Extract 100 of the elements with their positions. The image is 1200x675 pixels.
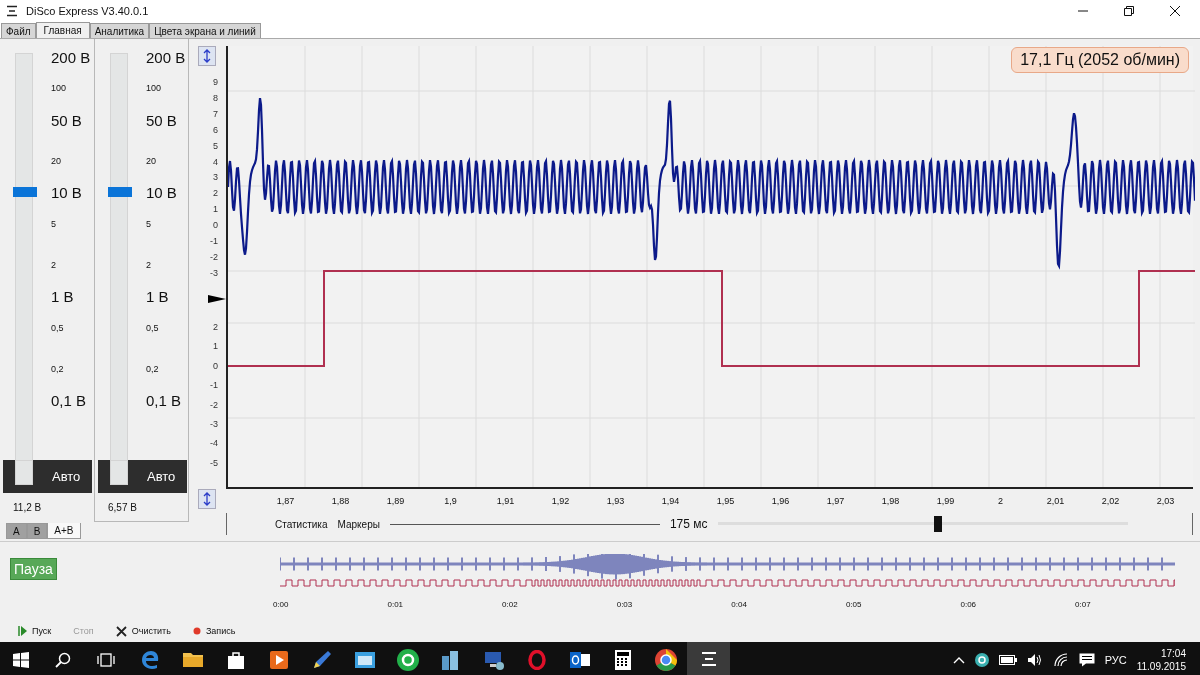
channel-marker-icon[interactable] xyxy=(208,294,226,304)
menu-tab[interactable]: Главная xyxy=(35,22,90,38)
scale-label: 0,2 xyxy=(146,364,159,374)
axis-label: 1,9 xyxy=(443,496,458,506)
axis-label: 1,88 xyxy=(330,496,351,506)
axis-label: 1,97 xyxy=(825,496,846,506)
clock-time[interactable]: 17:04 xyxy=(1160,646,1186,660)
scale-label: 50 В xyxy=(146,112,177,128)
axis-label: 2 xyxy=(213,321,218,333)
overview-waveform-drawing[interactable] xyxy=(279,554,1175,590)
chevron-up-icon[interactable] xyxy=(952,655,965,664)
axis-label: 2 xyxy=(997,496,1004,506)
markers-tab[interactable]: Маркеры xyxy=(337,518,380,530)
scale-label: 20 xyxy=(51,156,61,166)
auto-bar[interactable]: Авто xyxy=(3,460,92,493)
oscilloscope-plot[interactable]: 17,1 Гц (2052 об/мин) xyxy=(226,46,1193,489)
axis-label: -3 xyxy=(210,266,218,279)
axis-label: 7 xyxy=(213,107,218,120)
play-icon xyxy=(18,626,27,636)
scale-label: 1 В xyxy=(51,288,74,304)
scale-label: 0,2 xyxy=(51,364,64,374)
axis-label: 1,94 xyxy=(660,496,681,506)
window-icon xyxy=(354,651,375,668)
scale-label: 0,5 xyxy=(146,323,159,333)
scale-label: 0,1 В xyxy=(146,392,182,408)
voltage-reading: 11,2 В xyxy=(13,502,42,513)
menu-tab[interactable]: Файл xyxy=(1,23,36,38)
axis-label: 8 xyxy=(213,91,218,104)
axis-label: 1,95 xyxy=(715,496,736,506)
scale-label: 2 xyxy=(51,260,56,270)
axis-label: 1 xyxy=(213,340,218,353)
statistics-tab[interactable]: Статистика xyxy=(275,518,328,530)
logo-icon xyxy=(6,5,18,17)
battery-icon[interactable] xyxy=(998,654,1017,665)
axis-label: -5 xyxy=(210,456,218,469)
envelope-icon xyxy=(569,650,590,669)
notification-icon[interactable] xyxy=(1078,652,1095,667)
taskbar-button[interactable] xyxy=(687,642,730,675)
wifi-icon[interactable] xyxy=(1052,652,1069,667)
cross-icon xyxy=(115,625,127,637)
ring-icon xyxy=(527,649,546,670)
circle-icon xyxy=(654,648,677,671)
browser-icon xyxy=(139,649,160,670)
scale-label: 100 xyxy=(51,83,67,93)
task-view-icon[interactable] xyxy=(97,652,115,667)
axis-label: 1,87 xyxy=(275,496,296,506)
scale-label: 0,5 xyxy=(51,323,64,333)
auto-label[interactable]: Авто xyxy=(147,469,176,484)
volume-icon[interactable] xyxy=(1026,652,1043,667)
axis-label: 2,02 xyxy=(1100,496,1121,506)
menu-tab[interactable]: Аналитика xyxy=(89,23,150,38)
vertical-arrows-icon xyxy=(203,492,211,506)
window-title: DiSco Express V3.40.0.1 xyxy=(26,5,149,17)
scale-label: 10 В xyxy=(146,184,177,200)
vertical-arrows-icon xyxy=(203,49,211,63)
axis-label: 1 xyxy=(213,203,218,216)
start-button[interactable]: Пуск xyxy=(14,626,56,636)
time-span-label: 175 мс xyxy=(669,517,708,531)
folder-icon xyxy=(182,651,203,668)
axis-label: 2,03 xyxy=(1155,496,1176,506)
windows-logo-icon[interactable] xyxy=(13,651,29,668)
scale-label: 2 xyxy=(146,260,151,270)
restore-icon[interactable] xyxy=(1124,6,1134,16)
time-label: 0:04 xyxy=(730,600,748,609)
circle-icon[interactable] xyxy=(974,652,989,667)
axis-label: 2,01 xyxy=(1045,496,1066,506)
axis-label: -4 xyxy=(210,437,218,450)
axis-label: 1,93 xyxy=(605,496,626,506)
close-icon[interactable] xyxy=(1170,6,1180,16)
axis-label: 2 xyxy=(213,187,218,200)
auto-label[interactable]: Авто xyxy=(52,469,81,484)
scroll-thumb[interactable] xyxy=(933,516,942,532)
scale-label: 200 В xyxy=(51,49,91,65)
buildings-icon xyxy=(440,649,461,670)
channel-tab[interactable]: A+B xyxy=(47,523,81,539)
y-scale-button[interactable] xyxy=(198,489,216,509)
pencil-icon xyxy=(311,649,332,670)
channel-tab[interactable]: A xyxy=(6,523,27,539)
menu-tab[interactable]: Цвета экрана и линий xyxy=(149,23,261,38)
axis-label: 4 xyxy=(213,155,218,168)
slider-thumb[interactable] xyxy=(108,186,132,197)
clear-button[interactable]: Очистить xyxy=(111,625,175,637)
language-indicator[interactable]: РУС xyxy=(1104,653,1127,666)
ring-icon xyxy=(396,648,419,671)
y-scale-button[interactable] xyxy=(198,46,216,66)
monitor-icon xyxy=(483,649,504,670)
axis-label: -1 xyxy=(210,379,218,392)
play-icon xyxy=(269,650,288,669)
record-button[interactable]: Запись xyxy=(188,626,240,636)
slider-thumb[interactable] xyxy=(13,186,37,197)
auto-bar[interactable]: Авто xyxy=(98,460,187,493)
clock-date[interactable]: 11.09.2015 xyxy=(1136,659,1186,673)
axis-label: 0 xyxy=(213,219,218,232)
axis-label: -2 xyxy=(210,398,218,411)
search-icon[interactable] xyxy=(55,651,71,668)
scale-label: 5 xyxy=(51,219,56,229)
time-label: 0:06 xyxy=(959,600,978,609)
scale-label: 0,1 В xyxy=(51,392,87,408)
scale-label: 50 В xyxy=(51,112,82,128)
channel-tab[interactable]: B xyxy=(26,523,48,539)
